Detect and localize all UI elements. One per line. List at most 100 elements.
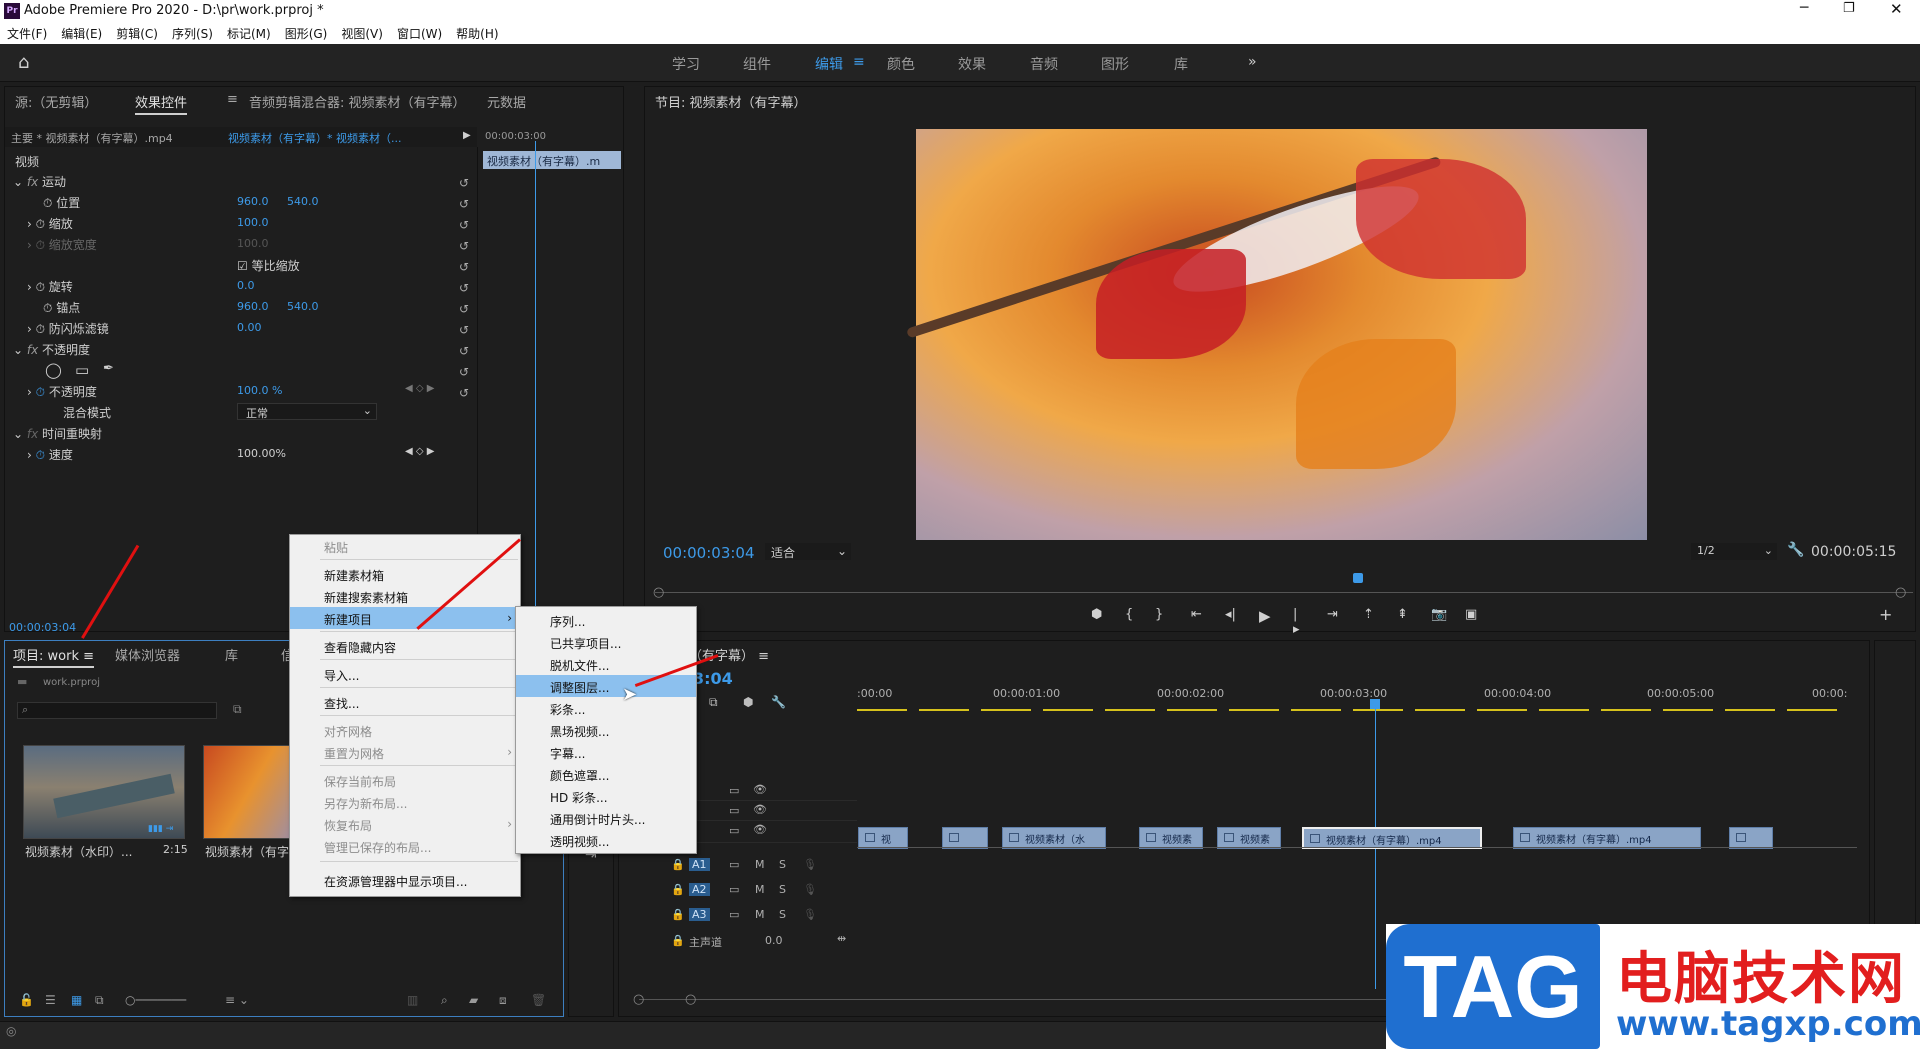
delete-icon[interactable]: 🗑 — [531, 993, 546, 1007]
workspace-assembly[interactable]: 组件 — [743, 54, 771, 74]
submenu-item-color-matte[interactable]: 颜色遮罩... — [516, 763, 696, 785]
add-marker-icon[interactable]: ⬢ — [1091, 607, 1102, 622]
time-ruler[interactable]: :00:00 00:00:01:00 00:00:02:00 00:00:03:… — [857, 685, 1847, 715]
timeline-clip[interactable]: 视频素材（有字幕）.mp4 — [1513, 827, 1701, 849]
ellipse-mask-icon[interactable]: ◯ — [45, 361, 62, 381]
mute-button[interactable]: M — [755, 883, 765, 896]
workspace-effects[interactable]: 效果 — [958, 54, 986, 74]
find-icon[interactable]: ⌕ — [441, 993, 448, 1008]
submenu-item-transparent-video[interactable]: 透明视频... — [516, 829, 696, 851]
mute-button[interactable]: M — [755, 858, 765, 871]
uniform-scale-checkbox[interactable]: ☑ 等比缩放 — [237, 257, 300, 277]
time-remap-row[interactable]: ⌄ fx 时间重映射 — [13, 425, 102, 445]
submenu-item-sequence[interactable]: 序列... — [516, 609, 696, 631]
solo-button[interactable]: S — [779, 858, 786, 871]
timeline-clip[interactable]: 视频素 — [1217, 827, 1281, 849]
project-item[interactable] — [203, 745, 295, 839]
zoom-slider[interactable]: ○─────── — [125, 993, 186, 1007]
submenu-item-adjustment-layer[interactable]: 调整图层... — [516, 675, 696, 697]
program-title[interactable]: 节目: 视频素材（有字幕） — [655, 92, 807, 111]
menu-clip[interactable]: 剪辑(C) — [109, 22, 165, 42]
solo-button[interactable]: S — [779, 908, 786, 921]
home-icon[interactable]: ⌂ — [18, 52, 29, 73]
reset-icon[interactable]: ↺ — [459, 362, 473, 383]
settings-wrench-icon[interactable]: 🔧 — [1787, 542, 1804, 558]
tab-metadata[interactable]: 元数据 — [487, 92, 526, 111]
speed-value[interactable]: 100.00% — [237, 447, 286, 467]
step-back-icon[interactable]: ◂| — [1225, 607, 1236, 622]
sort-icon[interactable]: ≡ ⌄ — [225, 993, 249, 1007]
master-value[interactable]: 0.0 — [765, 934, 783, 947]
tab-audio-mixer[interactable]: 音频剪辑混合器: 视频素材（有字幕） — [249, 92, 466, 111]
menu-item-save-as-layout[interactable]: 另存为新布局... — [290, 791, 520, 813]
reset-icon[interactable]: ↺ — [459, 341, 473, 362]
eye-icon[interactable]: 👁 — [753, 803, 767, 816]
menu-item-new-search-bin[interactable]: 新建搜索素材箱 — [290, 585, 520, 607]
reset-icon[interactable]: ↺ — [459, 236, 473, 257]
icon-view-icon[interactable]: ▦ — [71, 993, 82, 1007]
new-bin-icon[interactable]: ▰ — [469, 993, 478, 1007]
workspace-editing[interactable]: 编辑 — [815, 54, 843, 74]
tab-library[interactable]: 库 — [225, 645, 238, 664]
program-scrub-bar[interactable] — [655, 592, 1913, 593]
mark-in-icon[interactable]: { — [1125, 607, 1133, 622]
work-area-bar[interactable] — [857, 709, 1837, 711]
minimize-icon[interactable]: ─ — [1800, 0, 1808, 16]
reset-icon[interactable]: ↺ — [459, 215, 473, 236]
reset-icon[interactable]: ↺ — [459, 257, 473, 278]
submenu-item-shared-project[interactable]: 已共享项目... — [516, 631, 696, 653]
eye-icon[interactable]: 👁 — [753, 783, 767, 796]
tab-menu-icon[interactable]: ≡ — [227, 92, 238, 107]
list-view-icon[interactable]: ☰ — [45, 993, 56, 1007]
rotation-value[interactable]: 0.0 — [237, 279, 255, 299]
restore-icon[interactable]: ❐ — [1843, 1, 1855, 16]
add-marker-icon[interactable]: ⬢ — [743, 695, 753, 709]
linked-select-icon[interactable]: ⧉ — [709, 695, 718, 710]
timeline-clip-selected[interactable]: 视频素材（有字幕）.mp4 — [1302, 827, 1482, 849]
playhead-handle[interactable] — [1370, 699, 1380, 709]
tab-media-browser[interactable]: 媒体浏览器 — [115, 645, 180, 664]
project-item[interactable]: ▮▮▮ ⇥ — [23, 745, 185, 839]
fx-opacity-header[interactable]: ⌄ fx 不透明度 — [13, 341, 90, 361]
menu-item-show-in-explorer[interactable]: 在资源管理器中显示项目... — [290, 869, 520, 891]
reset-icon[interactable]: ↺ — [459, 383, 473, 404]
menu-item-restore-layout[interactable]: 恢复布局 › — [290, 813, 520, 835]
step-forward-icon[interactable]: |▸ — [1293, 607, 1300, 637]
add-button-icon[interactable]: + — [1879, 605, 1892, 624]
scroll-end-icon[interactable]: ○ — [685, 992, 696, 1007]
play-clip-icon[interactable]: ▶ — [463, 130, 471, 150]
workspace-audio[interactable]: 音频 — [1030, 54, 1058, 74]
mark-out-icon[interactable]: } — [1155, 607, 1163, 622]
menu-window[interactable]: 窗口(W) — [390, 22, 449, 42]
menu-item-new-item[interactable]: 新建项目 › — [290, 607, 520, 629]
eye-icon[interactable]: 👁 — [753, 823, 767, 836]
go-to-in-icon[interactable]: ⇤ — [1191, 607, 1202, 622]
timeline-clip[interactable]: 视 — [858, 827, 908, 849]
fx-motion-header[interactable]: ⌄ fx 运动 — [13, 173, 66, 193]
extract-icon[interactable]: ⇞ — [1397, 607, 1408, 622]
program-timecode[interactable]: 00:00:03:04 — [663, 544, 755, 562]
lock-icon[interactable]: 🔒 — [671, 883, 685, 896]
pen-mask-icon[interactable]: ✒ — [103, 361, 114, 381]
ec-playhead[interactable] — [535, 141, 536, 621]
sync-lock-icon[interactable]: ▭ — [729, 784, 739, 797]
reset-icon[interactable]: ↺ — [459, 173, 473, 194]
menu-sequence[interactable]: 序列(S) — [165, 22, 220, 42]
automate-icon[interactable]: ▥ — [407, 993, 418, 1007]
scrub-start-icon[interactable]: ○ — [653, 585, 664, 600]
speed-keyframe-nav[interactable]: ◀ ◇ ▶ — [405, 446, 434, 466]
lock-icon[interactable]: 🔒 — [671, 934, 685, 947]
close-icon[interactable]: ✕ — [1890, 0, 1903, 18]
menu-marker[interactable]: 标记(M) — [220, 22, 278, 42]
menu-item-import[interactable]: 导入... — [290, 663, 520, 685]
submenu-item-black-video[interactable]: 黑场视频... — [516, 719, 696, 741]
track-label[interactable]: A1 — [689, 858, 710, 871]
menu-item-save-layout[interactable]: 保存当前布局 — [290, 769, 520, 791]
timeline-settings-icon[interactable]: 🔧 — [771, 695, 786, 709]
reset-icon[interactable]: ↺ — [459, 278, 473, 299]
go-to-out-icon[interactable]: ⇥ — [1327, 607, 1338, 622]
sync-lock-icon[interactable]: ▭ — [729, 858, 739, 871]
menu-file[interactable]: 文件(F) — [0, 22, 54, 42]
lift-icon[interactable]: ⇡ — [1363, 607, 1374, 622]
freeform-view-icon[interactable]: ⧉ — [95, 993, 104, 1008]
